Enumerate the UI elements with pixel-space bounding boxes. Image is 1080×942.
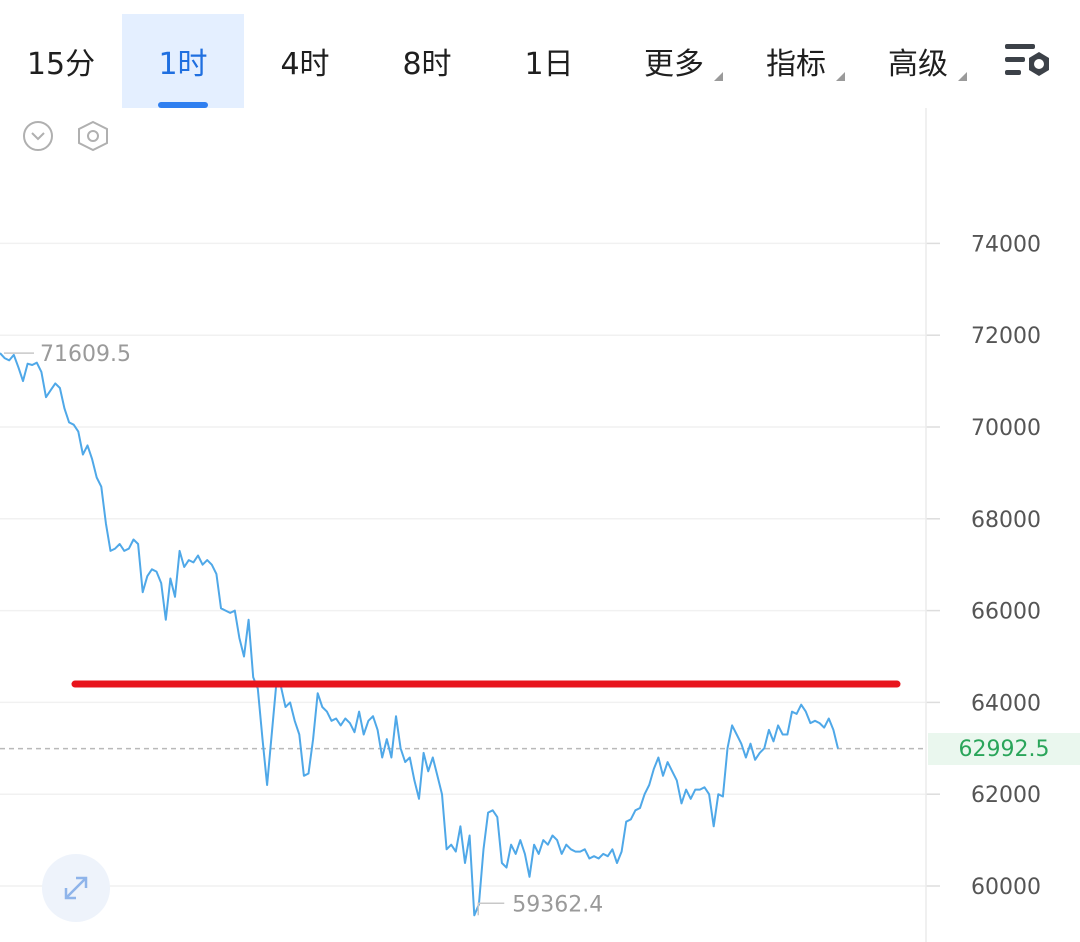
- dropdown-caret-icon: [714, 72, 723, 81]
- max-price-label: 71609.5: [40, 342, 131, 367]
- y-tick-label: 74000: [971, 232, 1041, 257]
- current-price-tag: 62992.5: [928, 733, 1080, 765]
- tab-label: 1时: [158, 47, 208, 82]
- expand-arrows-icon: [64, 876, 88, 900]
- expand-button[interactable]: [42, 854, 110, 922]
- min-price-leader: [477, 902, 505, 916]
- y-tick-label: 70000: [971, 416, 1041, 441]
- tab-label: 1日: [524, 47, 574, 82]
- dropdown-caret-icon: [836, 72, 845, 81]
- y-tick-label: 68000: [971, 508, 1041, 533]
- tab-15min[interactable]: 15分: [0, 14, 122, 108]
- min-price-label: 59362.4: [512, 892, 603, 917]
- y-tick-label: 72000: [971, 324, 1041, 349]
- y-tick-label: 62000: [971, 783, 1041, 808]
- tab-label: 高级: [888, 47, 948, 82]
- chevron-down-circle-icon[interactable]: [22, 120, 54, 152]
- y-tick-label: 66000: [971, 600, 1041, 625]
- price-series-line: [0, 352, 839, 917]
- y-axis-labels: 60000 62000 64000 66000 68000 70000 72000 74000: [971, 232, 1041, 900]
- hexagon-settings-icon[interactable]: [76, 120, 110, 152]
- timeframe-tab-bar: 15分 1时 4时 8时 1日 更多 指标 高级: [0, 0, 1080, 108]
- dropdown-caret-icon: [958, 72, 967, 81]
- extreme-markers: 71609.5 59362.4: [4, 342, 603, 917]
- price-chart[interactable]: 60000 62000 64000 66000 68000 70000 72000 74000…: [0, 108, 1080, 942]
- y-tick-label: 64000: [971, 691, 1041, 716]
- tab-8h[interactable]: 8时: [366, 14, 488, 108]
- tab-advanced[interactable]: 高级: [862, 14, 974, 108]
- tab-1d[interactable]: 1日: [488, 14, 610, 108]
- settings-list-gear-icon[interactable]: [1003, 38, 1053, 84]
- tab-indicators[interactable]: 指标: [740, 14, 852, 108]
- tab-label: 4时: [280, 47, 330, 82]
- tab-label: 15分: [26, 47, 96, 82]
- tab-4h[interactable]: 4时: [244, 14, 366, 108]
- y-tick-label: 60000: [971, 875, 1041, 900]
- tab-label: 更多: [644, 47, 704, 82]
- price-chart-svg: 60000 62000 64000 66000 68000 70000 72000 74000…: [0, 108, 1041, 942]
- tab-more[interactable]: 更多: [618, 14, 730, 108]
- tab-label: 8时: [402, 47, 452, 82]
- current-price-value: 62992.5: [958, 736, 1050, 762]
- tab-label: 指标: [766, 47, 826, 82]
- tab-1h[interactable]: 1时: [122, 14, 244, 108]
